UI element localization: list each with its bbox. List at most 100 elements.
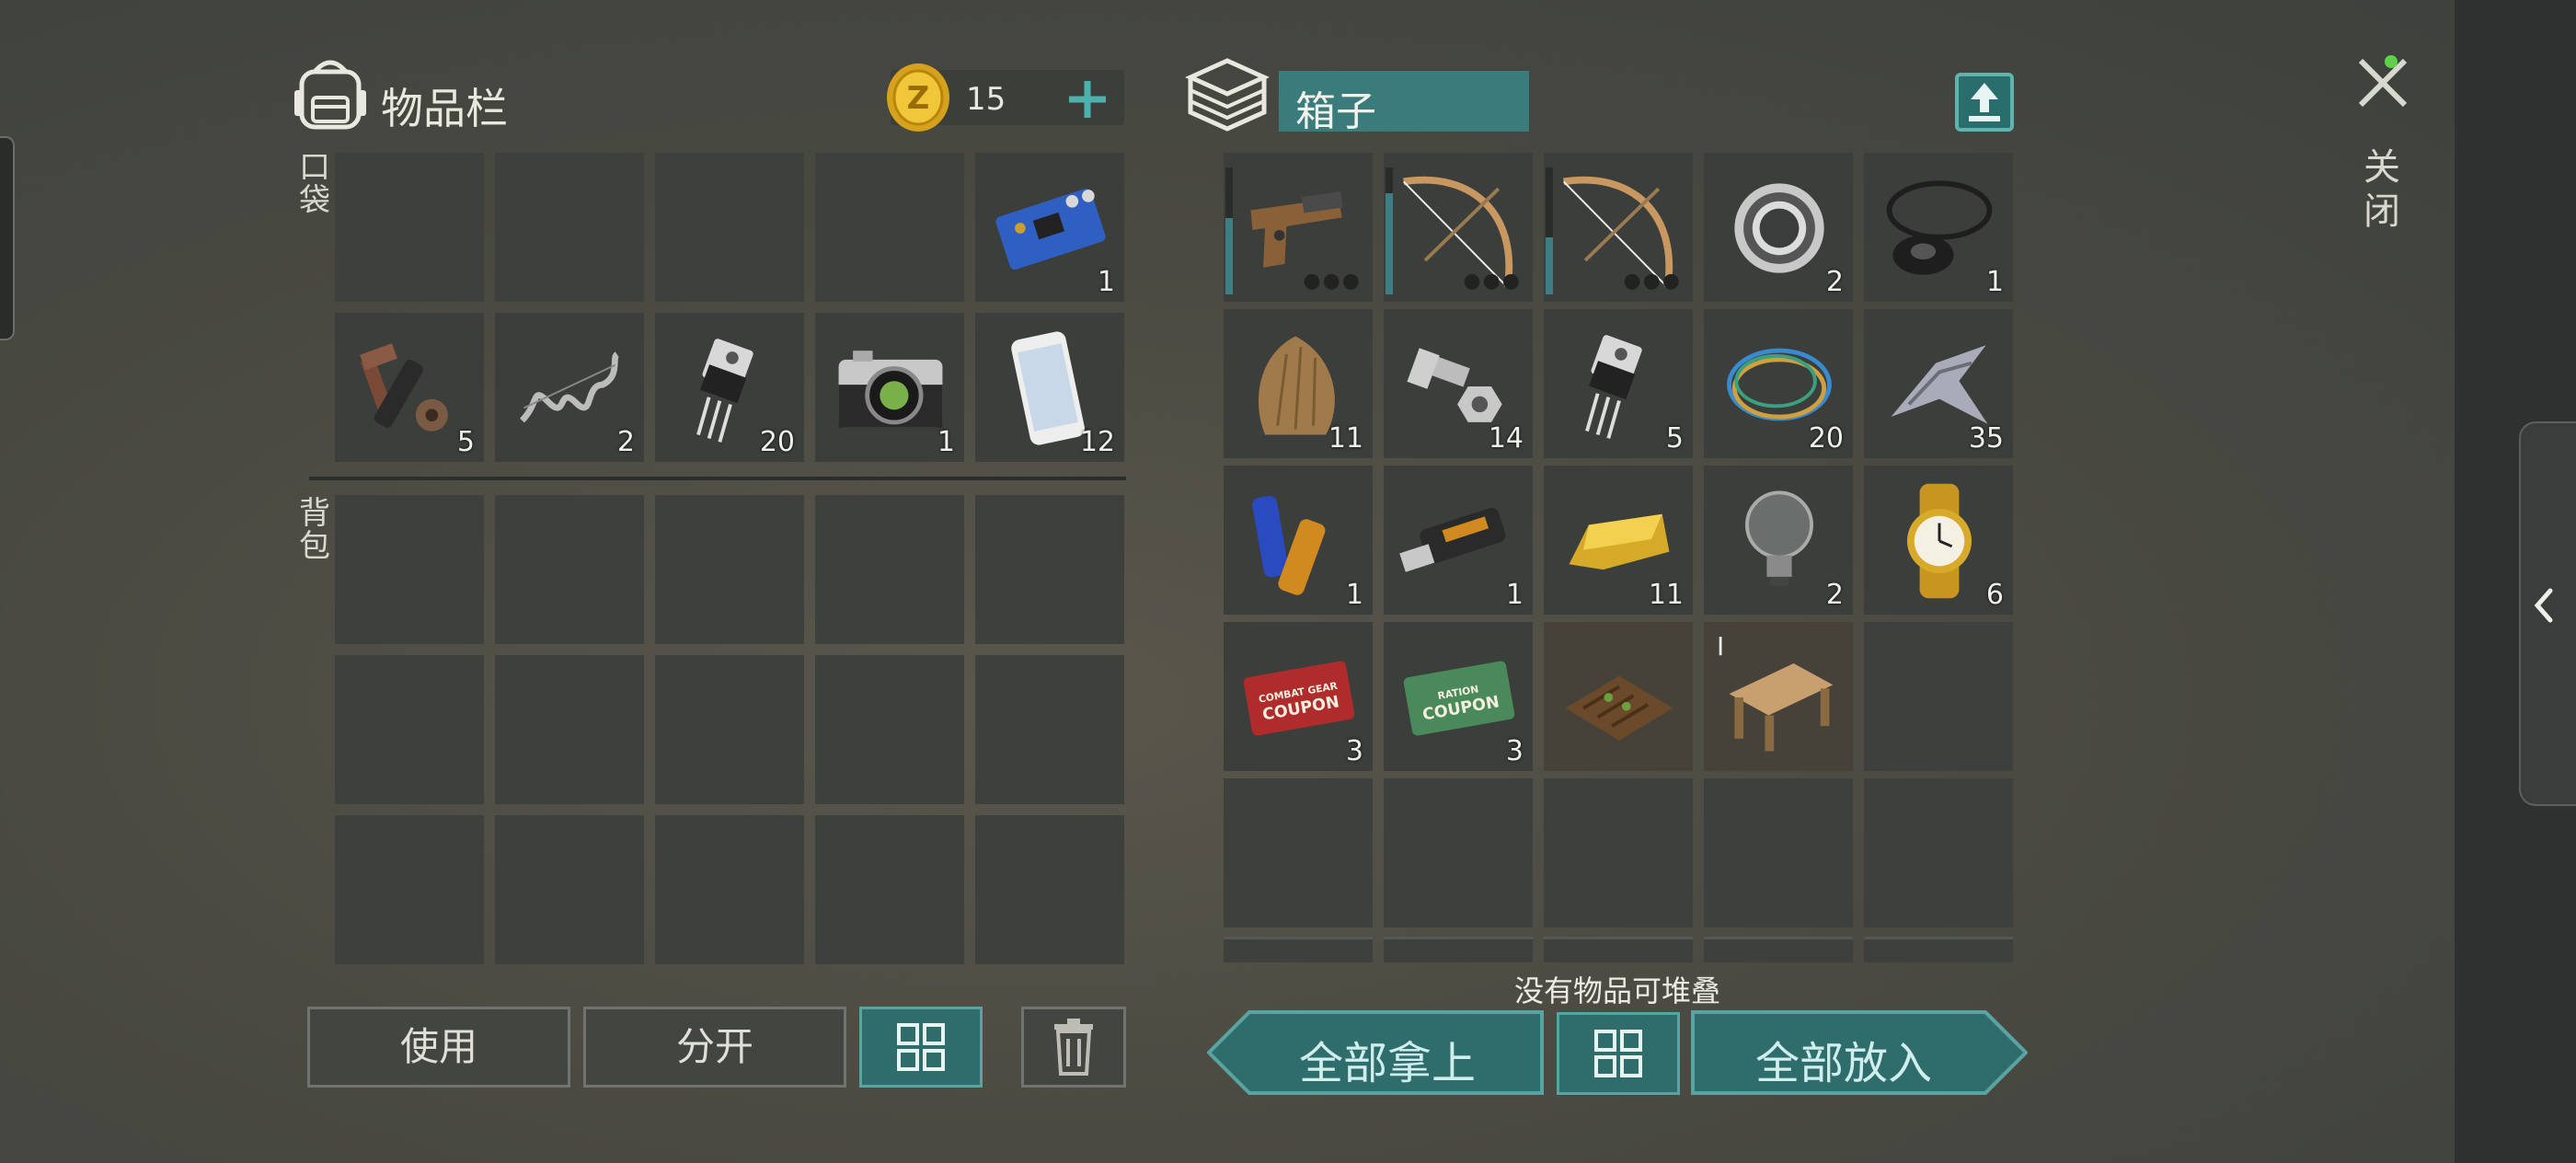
backpack-slot-empty[interactable] (335, 495, 484, 644)
backpack-slot-empty[interactable] (975, 495, 1124, 644)
chest-slot-bow[interactable]: ●●● (1384, 153, 1533, 302)
item-quantity: 1 (1505, 579, 1524, 611)
pocket-slot-transistor[interactable]: 20 (655, 313, 804, 462)
chest-slot-transistor[interactable]: 5 (1544, 309, 1693, 458)
item-quantity: 2 (1825, 579, 1844, 611)
backpack-slot-empty[interactable] (495, 815, 644, 964)
backpack-slot-empty[interactable] (335, 815, 484, 964)
grid-sort-icon (897, 1023, 945, 1071)
chest-slot-rubber-seals[interactable]: 1 (1864, 153, 2013, 302)
durability-bar (1225, 167, 1233, 294)
grid-sort-icon (1594, 1030, 1642, 1077)
item-quantity: 5 (1665, 422, 1684, 455)
add-coins-button[interactable] (1060, 72, 1115, 127)
chest-slot-light-bulb[interactable]: 2 (1704, 466, 1853, 615)
chest-slot-duct-tape[interactable]: 35 (1864, 309, 2013, 458)
pocket-label: 口袋 (299, 149, 330, 219)
coin-count: 15 (966, 81, 1006, 118)
chest-slot-partial[interactable] (1224, 937, 1373, 962)
pocket-slot-smartphone[interactable]: 12 (975, 313, 1124, 462)
chest-slot-empty[interactable] (1544, 778, 1693, 927)
chest-slot-empty[interactable] (1864, 778, 2013, 927)
attachment-dots: ●●● (1623, 270, 1682, 293)
chest-slot-pistol[interactable]: ●●● (1224, 153, 1373, 302)
chest-title[interactable]: 箱子 (1279, 71, 1529, 135)
chest-slot-gold-bar[interactable]: 11 (1544, 466, 1693, 615)
upload-icon[interactable] (1954, 72, 2015, 132)
chest-slot-fur[interactable]: 11 (1224, 309, 1373, 458)
backpack-slot-empty[interactable] (975, 655, 1124, 804)
backpack-slot-empty[interactable] (655, 495, 804, 644)
pocket-slot-camera[interactable]: 1 (815, 313, 964, 462)
chest-slot-garden-bed[interactable] (1544, 622, 1693, 771)
attachment-dots: ●●● (1463, 270, 1522, 293)
trash-button[interactable] (1021, 1007, 1126, 1088)
backpack-icon (294, 60, 366, 130)
chevron-left-icon (2534, 588, 2553, 623)
backpack-slot-empty[interactable] (495, 495, 644, 644)
item-quantity: 35 (1968, 422, 2004, 455)
chest-slot-empty[interactable] (1704, 778, 1853, 927)
durability-bar (1386, 167, 1393, 294)
chest-slot-bow[interactable]: ●●● (1544, 153, 1693, 302)
item-quantity: 1 (1345, 579, 1363, 611)
pocket-slot-circuit-board[interactable]: 1 (975, 153, 1124, 302)
close-icon[interactable] (2353, 53, 2412, 112)
storage-box-icon (1185, 58, 1270, 132)
chest-slot-partial[interactable] (1544, 937, 1693, 962)
chest-slot-partial[interactable] (1704, 937, 1853, 962)
chest-slot-empty[interactable] (1224, 778, 1373, 927)
close-label[interactable]: 关闭 (2361, 145, 2403, 234)
item-quantity: 3 (1345, 735, 1363, 767)
backpack-slot-empty[interactable] (655, 655, 804, 804)
chest-slot-partial[interactable] (1384, 937, 1533, 962)
inventory-title: 物品栏 (381, 84, 508, 133)
item-quantity: 5 (456, 426, 475, 458)
chest-slot-bolt-and-nut[interactable]: 14 (1384, 309, 1533, 458)
stack-hint: 没有物品可堆叠 (1514, 973, 1721, 1008)
chest-slot-empty[interactable] (1384, 778, 1533, 927)
use-button[interactable]: 使用 (307, 1007, 570, 1088)
item-quantity: 20 (759, 426, 795, 458)
item-quantity: 11 (1648, 579, 1684, 611)
left-edge-tab[interactable] (0, 136, 15, 340)
svg-text:Z: Z (907, 80, 930, 117)
backpack-slot-empty[interactable] (815, 495, 964, 644)
backpack-slot-empty[interactable] (975, 815, 1124, 964)
backpack-slot-empty[interactable] (815, 815, 964, 964)
backpack-slot-empty[interactable] (655, 815, 804, 964)
chest-slot-usb-drive[interactable]: 1 (1384, 466, 1533, 615)
chest-slot-batteries[interactable]: 1 (1224, 466, 1373, 615)
split-button[interactable]: 分开 (583, 1007, 846, 1088)
chest-slot-gold-watch[interactable]: 6 (1864, 466, 2013, 615)
item-quantity: 1 (937, 426, 955, 458)
pocket-slot-spring[interactable]: 2 (495, 313, 644, 462)
item-quantity: 1 (1985, 266, 2004, 298)
item-quantity: 20 (1808, 422, 1844, 455)
pocket-slot-empty[interactable] (495, 153, 644, 302)
take-all-button[interactable]: 全部拿上 (1207, 1010, 1544, 1095)
sort-chest-button[interactable] (1557, 1012, 1680, 1095)
chest-slot-wires[interactable]: 20 (1704, 309, 1853, 458)
backpack-slot-empty[interactable] (815, 655, 964, 804)
sort-inventory-button[interactable] (859, 1007, 983, 1088)
chest-slot-workbench[interactable]: I (1704, 622, 1853, 771)
item-quantity: 1 (1097, 266, 1115, 298)
chest-slot-ration-coupon[interactable]: RATION COUPON 3 (1384, 622, 1533, 771)
pocket-slot-gun-parts[interactable]: 5 (335, 313, 484, 462)
backpack-slot-empty[interactable] (335, 655, 484, 804)
chest-slot-combat-gear-coupon[interactable]: COMBAT GEAR COUPON 3 (1224, 622, 1373, 771)
pocket-slot-empty[interactable] (335, 153, 484, 302)
side-drawer-handle[interactable] (2519, 421, 2576, 806)
pocket-slot-empty[interactable] (815, 153, 964, 302)
take-all-label: 全部拿上 (1299, 1038, 1477, 1089)
chest-slot-partial[interactable] (1864, 937, 2013, 962)
item-quantity: 2 (1825, 266, 1844, 298)
chest-slot-bearing[interactable]: 2 (1704, 153, 1853, 302)
backpack-slot-empty[interactable] (495, 655, 644, 804)
pocket-slot-empty[interactable] (655, 153, 804, 302)
chest-slot-empty[interactable] (1864, 622, 2013, 771)
chest-title-text: 箱子 (1295, 88, 1376, 135)
tier-label: I (1717, 631, 1725, 662)
put-all-button[interactable]: 全部放入 (1691, 1010, 2028, 1095)
